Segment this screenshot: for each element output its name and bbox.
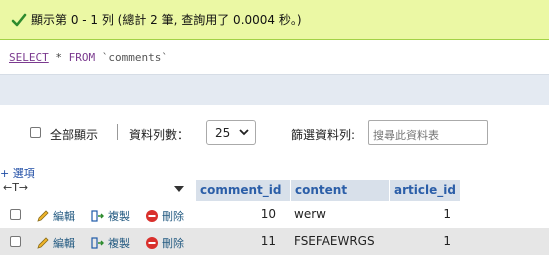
column-header-content[interactable]: content: [291, 180, 389, 201]
delete-link[interactable]: 刪除: [145, 235, 184, 251]
sql-table-name: `comments`: [101, 51, 168, 64]
success-message-bar: 顯示第 0 - 1 列 (總計 2 筆, 查詢用了 0.0004 秒。): [0, 0, 549, 40]
query-toolbar: [0, 75, 549, 105]
edit-label: 編輯: [53, 237, 75, 250]
filter-rows-label: 篩選資料列:: [291, 128, 356, 142]
column-header-article-id[interactable]: article_id: [390, 180, 460, 201]
copy-label: 複製: [108, 210, 130, 223]
cell-content: werw: [294, 207, 326, 221]
copy-icon: [91, 210, 104, 222]
sql-keyword-from: FROM: [68, 51, 96, 64]
show-all-checkbox[interactable]: [30, 127, 41, 138]
separator: [117, 124, 118, 140]
delete-label: 刪除: [162, 210, 184, 223]
row-checkbox[interactable]: [10, 236, 21, 247]
success-message-text: 顯示第 0 - 1 列 (總計 2 筆, 查詢用了 0.0004 秒。): [31, 13, 302, 27]
pencil-icon: [37, 210, 49, 222]
column-header-comment-id[interactable]: comment_id: [196, 180, 290, 201]
column-resize-arrows[interactable]: ←T→: [3, 181, 28, 194]
rows-count-label: 資料列數：: [129, 128, 190, 142]
options-link[interactable]: + 選項: [0, 165, 35, 181]
table-row: 編輯 複製 刪除 11 FSEFAEWRGS 1: [0, 228, 549, 255]
sort-triangle-icon[interactable]: [174, 186, 184, 192]
sql-query-box: SELECT * FROM `comments`: [0, 41, 549, 75]
sql-star: *: [55, 51, 62, 64]
filter-rows-input[interactable]: [368, 120, 488, 145]
sql-keyword-select[interactable]: SELECT: [9, 51, 49, 64]
delete-label: 刪除: [162, 237, 184, 250]
table-row: 編輯 複製 刪除 10 werw 1: [0, 201, 549, 228]
delete-link[interactable]: 刪除: [145, 208, 184, 224]
check-icon: [11, 13, 27, 26]
copy-label: 複製: [108, 237, 130, 250]
edit-link[interactable]: 編輯: [36, 235, 75, 251]
chevron-down-icon: [239, 129, 249, 136]
rows-count-value: 25: [215, 126, 231, 140]
sql-query: SELECT * FROM `comments`: [9, 51, 168, 64]
copy-link[interactable]: 複製: [91, 235, 130, 251]
copy-link[interactable]: 複製: [91, 208, 130, 224]
delete-icon: [146, 237, 158, 249]
show-all-label: 全部顯示: [50, 128, 99, 142]
delete-icon: [146, 210, 158, 222]
cell-content: FSEFAEWRGS: [294, 234, 375, 248]
cell-article-id: 1: [443, 234, 451, 248]
row-checkbox[interactable]: [10, 209, 21, 220]
edit-link[interactable]: 編輯: [36, 208, 75, 224]
table-navigation-controls: 全部顯示 資料列數： 25 篩選資料列:: [0, 120, 549, 148]
copy-icon: [91, 237, 104, 249]
cell-comment-id: 10: [260, 207, 276, 221]
rows-count-select[interactable]: 25: [206, 120, 256, 145]
edit-label: 編輯: [53, 210, 75, 223]
cell-comment-id: 11: [260, 234, 276, 248]
pencil-icon: [37, 237, 49, 249]
cell-article-id: 1: [443, 207, 451, 221]
